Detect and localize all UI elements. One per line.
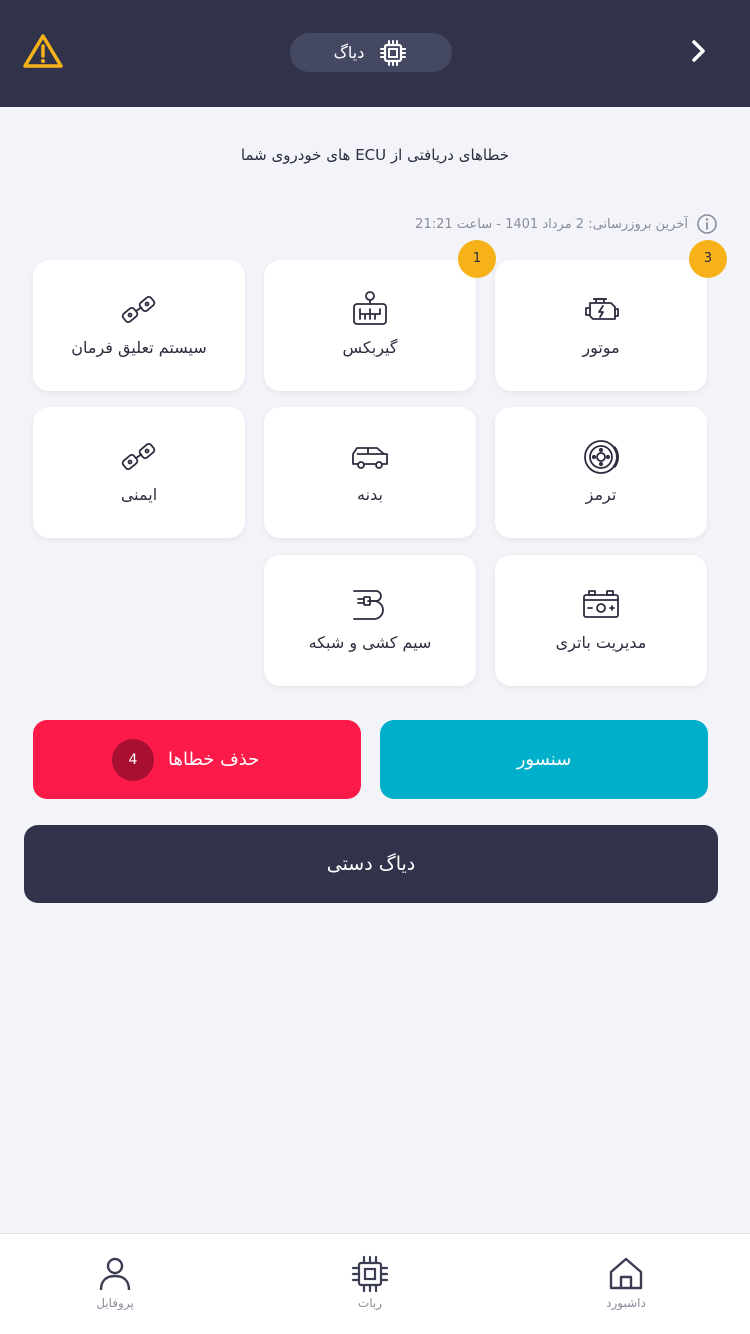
brake-disc-icon	[584, 440, 619, 474]
category-label: گیربکس	[342, 338, 398, 357]
seatbelt-icon	[121, 442, 156, 471]
nav-label: پروفایل	[96, 1296, 134, 1310]
warning-icon[interactable]	[22, 32, 64, 70]
category-card-engine[interactable]: موتور	[495, 260, 707, 391]
page-title-pill: دیاگ	[290, 33, 452, 72]
category-label: سیم کشی و شبکه	[308, 633, 432, 652]
error-count-badge: 3	[689, 240, 727, 278]
nav-item-profile[interactable]: پروفایل	[55, 1248, 175, 1328]
page-title: دیاگ	[333, 43, 365, 62]
category-card-suspension-steering[interactable]: سیستم تعلیق فرمان	[33, 260, 245, 391]
nav-label: ربات	[357, 1296, 383, 1310]
last-update-line: آخرین بروزرسانی: 2 مرداد 1401 - ساعت 21:…	[415, 213, 718, 235]
category-label: ترمز	[585, 485, 617, 504]
home-icon	[609, 1257, 643, 1290]
category-label: ایمنی	[120, 485, 158, 504]
category-card-battery[interactable]: مدیریت باتری	[495, 555, 707, 686]
manual-diag-button[interactable]: دیاگ دستی	[24, 825, 718, 903]
bottom-nav: داشبورد ربات پروفایل	[0, 1233, 750, 1334]
nav-item-dashboard[interactable]: داشبورد	[566, 1248, 686, 1328]
clear-errors-label: حذف خطاها	[168, 749, 260, 770]
error-count-badge: 4	[112, 739, 154, 781]
engine-icon	[585, 298, 619, 320]
error-count-badge: 1	[458, 240, 496, 278]
nav-item-robot[interactable]: ربات	[310, 1248, 430, 1328]
chip-icon	[380, 39, 407, 66]
battery-icon	[583, 590, 619, 618]
chip-icon	[351, 1255, 389, 1293]
category-card-safety[interactable]: ایمنی	[33, 407, 245, 538]
category-label: بدنه	[357, 485, 383, 504]
gearbox-icon	[353, 291, 387, 325]
user-icon	[99, 1257, 131, 1291]
clear-errors-button[interactable]: 4 حذف خطاها	[33, 720, 361, 799]
car-body-icon	[352, 447, 388, 469]
chevron-right-icon[interactable]	[682, 34, 716, 68]
last-update-text: آخرین بروزرسانی: 2 مرداد 1401 - ساعت 21:…	[415, 216, 688, 232]
plug-wire-icon	[353, 590, 384, 620]
sensor-button-label: سنسور	[516, 749, 572, 770]
category-card-body[interactable]: بدنه	[264, 407, 476, 538]
category-card-wiring-network[interactable]: سیم کشی و شبکه	[264, 555, 476, 686]
sensor-button[interactable]: سنسور	[380, 720, 708, 799]
category-label: مدیریت باتری	[555, 633, 647, 652]
seatbelt-icon	[121, 295, 156, 324]
category-card-brake[interactable]: ترمز	[495, 407, 707, 538]
manual-diag-label: دیاگ دستی	[326, 853, 416, 875]
top-bar: دیاگ	[0, 0, 750, 107]
nav-label: داشبورد	[606, 1296, 646, 1310]
page-subtitle: خطاهای دریافتی از ECU های خودروی شما	[240, 146, 510, 164]
info-icon	[697, 214, 717, 234]
category-card-gearbox[interactable]: گیربکس	[264, 260, 476, 391]
category-label: سیستم تعلیق فرمان	[71, 338, 207, 357]
category-label: موتور	[582, 338, 620, 357]
